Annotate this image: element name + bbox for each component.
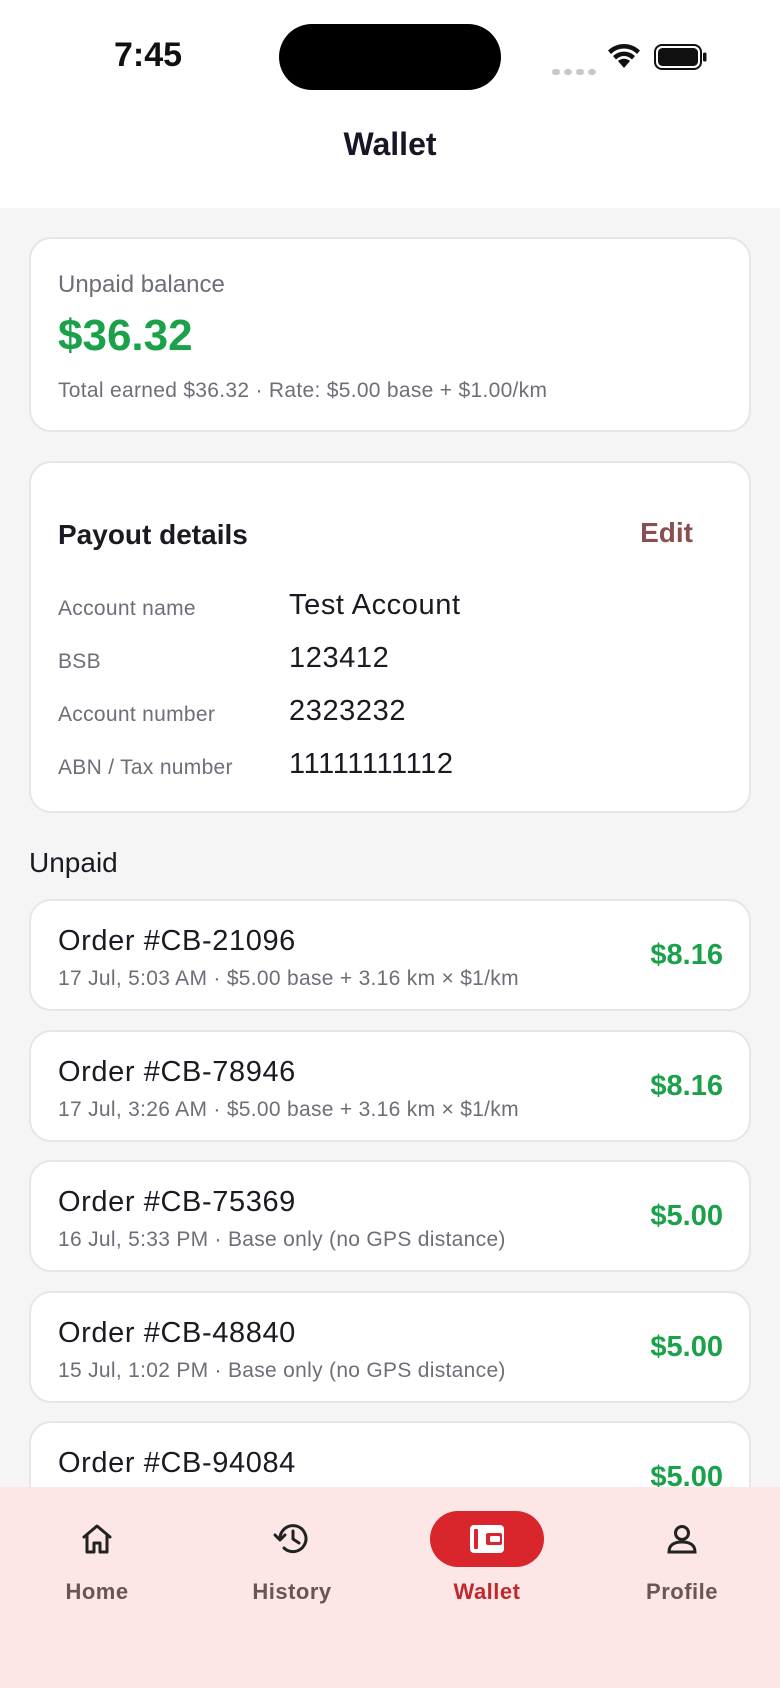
unpaid-section-title: Unpaid [29,847,118,878]
history-icon [273,1524,308,1554]
order-amount: $8.16 [650,939,723,971]
order-amount: $5.00 [650,1200,723,1232]
detail-label: Account name [58,597,196,620]
page-title: Wallet [343,125,437,162]
order-meta: 17 Jul, 3:26 AM · $5.00 base + 3.16 km ×… [58,1098,519,1121]
nav-label: Wallet [453,1579,521,1604]
detail-value: 2323232 [289,695,407,727]
wallet-icon [470,1525,504,1553]
order-card[interactable]: Order #CB-75369 16 Jul, 5:33 PM · Base o… [29,1160,751,1272]
nav-label: History [252,1579,332,1604]
nav-item-history[interactable]: History [212,1511,372,1621]
balance-meta: Total earned $36.32 · Rate: $5.00 base +… [58,379,548,402]
nav-label: Profile [646,1579,718,1604]
profile-icon [667,1525,697,1554]
app-header: Wallet [0,110,780,208]
bottom-nav: Home History Wallet Profile [0,1487,780,1688]
order-title: Order #CB-48840 [58,1317,296,1349]
dynamic-island [279,24,501,90]
detail-label: ABN / Tax number [58,756,233,779]
status-time: 7:45 [114,36,183,74]
order-meta: 17 Jul, 5:03 AM · $5.00 base + 3.16 km ×… [58,967,519,990]
detail-row-account-name: Account name Test Account [58,589,718,629]
order-amount: $8.16 [650,1070,723,1102]
edit-button[interactable]: Edit [640,517,693,549]
status-bar: 7:45 [0,0,780,110]
balance-card: Unpaid balance $36.32 Total earned $36.3… [29,237,751,432]
balance-label: Unpaid balance [58,271,225,298]
detail-row-abn: ABN / Tax number 11111111112 [58,748,718,788]
signal-icon [552,62,600,80]
order-card[interactable]: Order #CB-21096 17 Jul, 5:03 AM · $5.00 … [29,899,751,1011]
order-card[interactable]: Order #CB-78946 17 Jul, 3:26 AM · $5.00 … [29,1030,751,1142]
home-icon [82,1524,112,1554]
order-title: Order #CB-75369 [58,1186,296,1218]
battery-icon [654,44,707,70]
detail-value: 123412 [289,642,390,674]
order-title: Order #CB-78946 [58,1056,296,1088]
detail-value: 11111111112 [289,748,454,780]
detail-row-bsb: BSB 123412 [58,642,718,682]
detail-value: Test Account [289,589,461,621]
order-title: Order #CB-94084 [58,1447,296,1479]
nav-item-wallet[interactable]: Wallet [407,1511,567,1621]
nav-label: Home [65,1579,129,1604]
payout-details-card: Payout details Edit Account name Test Ac… [29,461,751,813]
order-card[interactable]: Order #CB-48840 15 Jul, 1:02 PM · Base o… [29,1291,751,1403]
detail-label: Account number [58,703,216,726]
balance-amount: $36.32 [58,311,193,360]
order-meta: 15 Jul, 1:02 PM · Base only (no GPS dist… [58,1359,506,1382]
order-title: Order #CB-21096 [58,925,296,957]
nav-item-profile[interactable]: Profile [602,1511,762,1621]
order-amount: $5.00 [650,1331,723,1363]
order-meta: 16 Jul, 5:33 PM · Base only (no GPS dist… [58,1228,506,1251]
detail-row-account-number: Account number 2323232 [58,695,718,735]
detail-label: BSB [58,650,101,673]
nav-item-home[interactable]: Home [17,1511,177,1621]
status-icons [552,40,712,75]
wifi-icon [608,44,640,68]
payout-title: Payout details [58,519,248,550]
